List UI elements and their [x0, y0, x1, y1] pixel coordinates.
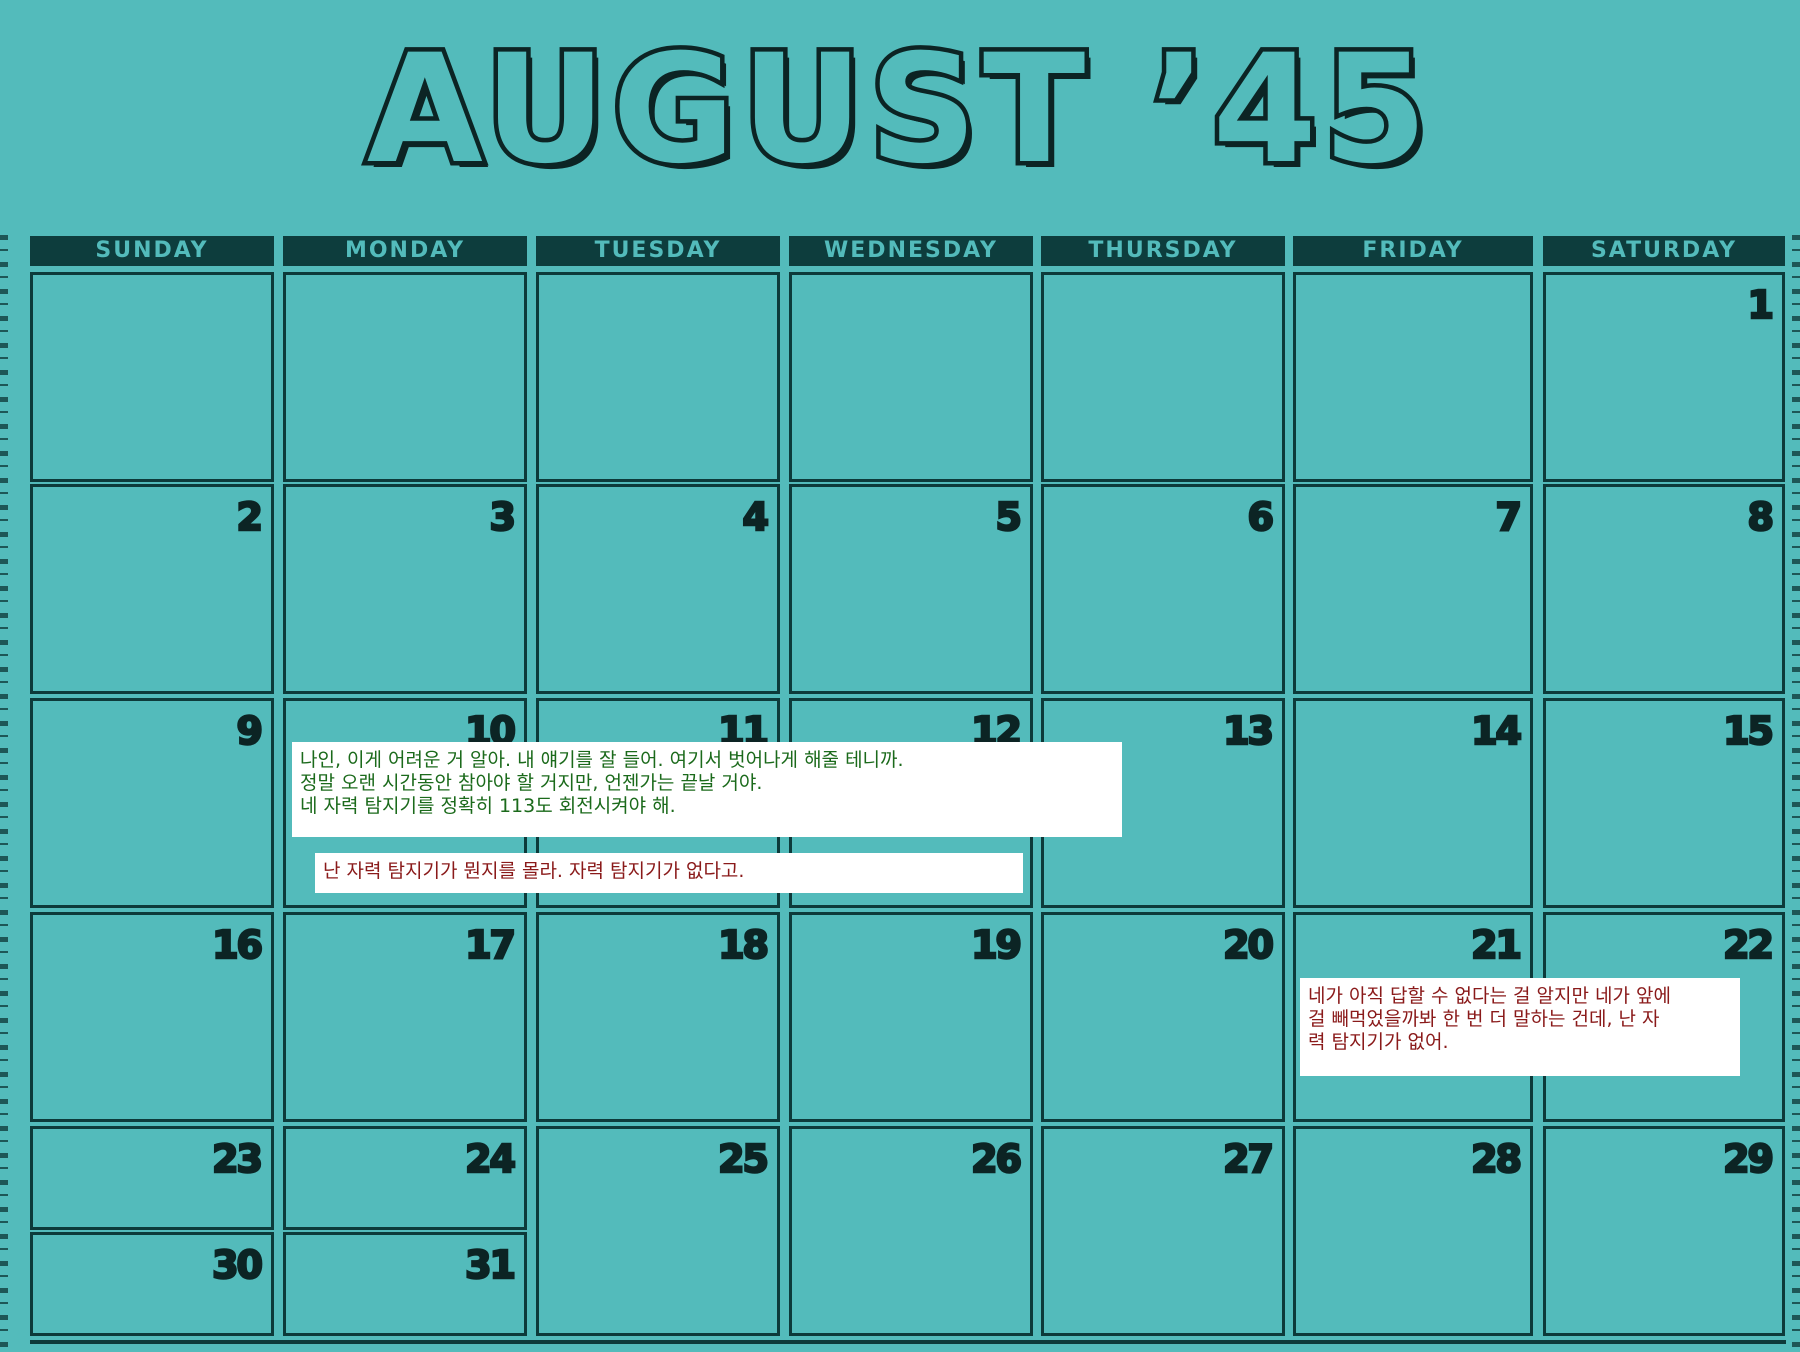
day-number: 28: [1470, 1136, 1523, 1183]
day-cell-26[interactable]: 26: [789, 1126, 1033, 1336]
day-cell-2[interactable]: 2: [30, 484, 274, 694]
day-number: 23: [211, 1136, 264, 1183]
day-number: 20: [1222, 922, 1275, 969]
day-number: 13: [1222, 708, 1275, 755]
day-cell-20[interactable]: 20: [1041, 912, 1285, 1122]
weekday-header-wednesday: WEDNESDAY: [789, 236, 1033, 266]
day-number: 14: [1470, 708, 1523, 755]
left-grunge-edge: [0, 235, 8, 1352]
day-number: 31: [464, 1242, 517, 1289]
day-number: 17: [464, 922, 517, 969]
right-grunge-edge: [1792, 235, 1800, 1352]
day-cell-3[interactable]: 3: [283, 484, 527, 694]
note-line: 네가 아직 답할 수 없다는 걸 알지만 네가 앞에: [1308, 985, 1671, 1007]
day-number: 7: [1494, 494, 1523, 541]
note-line: 난 자력 탐지기가 뭔지를 몰라. 자력 탐지기가 없다고.: [323, 860, 745, 882]
weekday-header-thursday: THURSDAY: [1041, 236, 1285, 266]
day-cell-empty[interactable]: [1041, 272, 1285, 482]
day-number: 9: [235, 708, 264, 755]
day-cell-9[interactable]: 9: [30, 698, 274, 908]
day-number: 5: [994, 494, 1023, 541]
day-cell-4[interactable]: 4: [536, 484, 780, 694]
weekday-header-friday: FRIDAY: [1293, 236, 1533, 266]
day-number: 6: [1246, 494, 1275, 541]
weekday-header-sunday: SUNDAY: [30, 236, 274, 266]
day-cell-empty[interactable]: [30, 272, 274, 482]
day-number: 18: [717, 922, 770, 969]
day-cell-25[interactable]: 25: [536, 1126, 780, 1336]
note-line: 걸 빼먹었을까봐 한 번 더 말하는 건데, 난 자: [1308, 1008, 1660, 1030]
day-number: 22: [1722, 922, 1775, 969]
day-number: 19: [970, 922, 1023, 969]
day-cell-empty[interactable]: [536, 272, 780, 482]
day-number: 3: [488, 494, 517, 541]
day-number: 24: [464, 1136, 517, 1183]
note-red-reply: 난 자력 탐지기가 뭔지를 몰라. 자력 탐지기가 없다고.: [315, 853, 1023, 893]
day-cell-19[interactable]: 19: [789, 912, 1033, 1122]
day-number: 2: [235, 494, 264, 541]
day-number: 26: [970, 1136, 1023, 1183]
day-number: 29: [1722, 1136, 1775, 1183]
day-cell-24[interactable]: 24: [283, 1126, 527, 1230]
day-number: 8: [1746, 494, 1775, 541]
day-cell-29[interactable]: 29: [1543, 1126, 1785, 1336]
day-cell-6[interactable]: 6: [1041, 484, 1285, 694]
day-number: 15: [1722, 708, 1775, 755]
day-cell-7[interactable]: 7: [1293, 484, 1533, 694]
day-cell-31[interactable]: 31: [283, 1232, 527, 1336]
day-cell-5[interactable]: 5: [789, 484, 1033, 694]
weekday-header-saturday: SATURDAY: [1543, 236, 1785, 266]
day-cell-8[interactable]: 8: [1543, 484, 1785, 694]
weekday-header-tuesday: TUESDAY: [536, 236, 780, 266]
day-number: 27: [1222, 1136, 1275, 1183]
note-line: 력 탐지기가 없어.: [1308, 1031, 1449, 1053]
day-number: 16: [211, 922, 264, 969]
note-red-repeat: 네가 아직 답할 수 없다는 걸 알지만 네가 앞에 걸 빼먹었을까봐 한 번 …: [1300, 978, 1740, 1076]
day-cell-empty[interactable]: [283, 272, 527, 482]
day-cell-30[interactable]: 30: [30, 1232, 274, 1336]
day-number: 25: [717, 1136, 770, 1183]
note-line: 네 자력 탐지기를 정확히 113도 회전시켜야 해.: [300, 795, 676, 817]
day-cell-28[interactable]: 28: [1293, 1126, 1533, 1336]
weekday-header-monday: MONDAY: [283, 236, 527, 266]
day-cell-14[interactable]: 14: [1293, 698, 1533, 908]
day-cell-1[interactable]: 1: [1543, 272, 1785, 482]
day-cell-23[interactable]: 23: [30, 1126, 274, 1230]
day-cell-empty[interactable]: [789, 272, 1033, 482]
day-number: 30: [211, 1242, 264, 1289]
month-title: AUGUST ’45: [362, 23, 1434, 197]
note-line: 나인, 이게 어려운 거 알아. 내 얘기를 잘 들어. 여기서 벗어나게 해줄…: [300, 749, 904, 771]
day-cell-17[interactable]: 17: [283, 912, 527, 1122]
day-number: 1: [1746, 282, 1775, 329]
day-number: 4: [741, 494, 770, 541]
day-cell-empty[interactable]: [1293, 272, 1533, 482]
note-green-message: 나인, 이게 어려운 거 알아. 내 얘기를 잘 들어. 여기서 벗어나게 해줄…: [292, 742, 1122, 837]
day-cell-15[interactable]: 15: [1543, 698, 1785, 908]
note-line: 정말 오랜 시간동안 참아야 할 거지만, 언젠가는 끝날 거야.: [300, 772, 763, 794]
bottom-border: [30, 1340, 1786, 1344]
day-cell-27[interactable]: 27: [1041, 1126, 1285, 1336]
day-cell-16[interactable]: 16: [30, 912, 274, 1122]
day-cell-18[interactable]: 18: [536, 912, 780, 1122]
day-number: 21: [1470, 922, 1523, 969]
